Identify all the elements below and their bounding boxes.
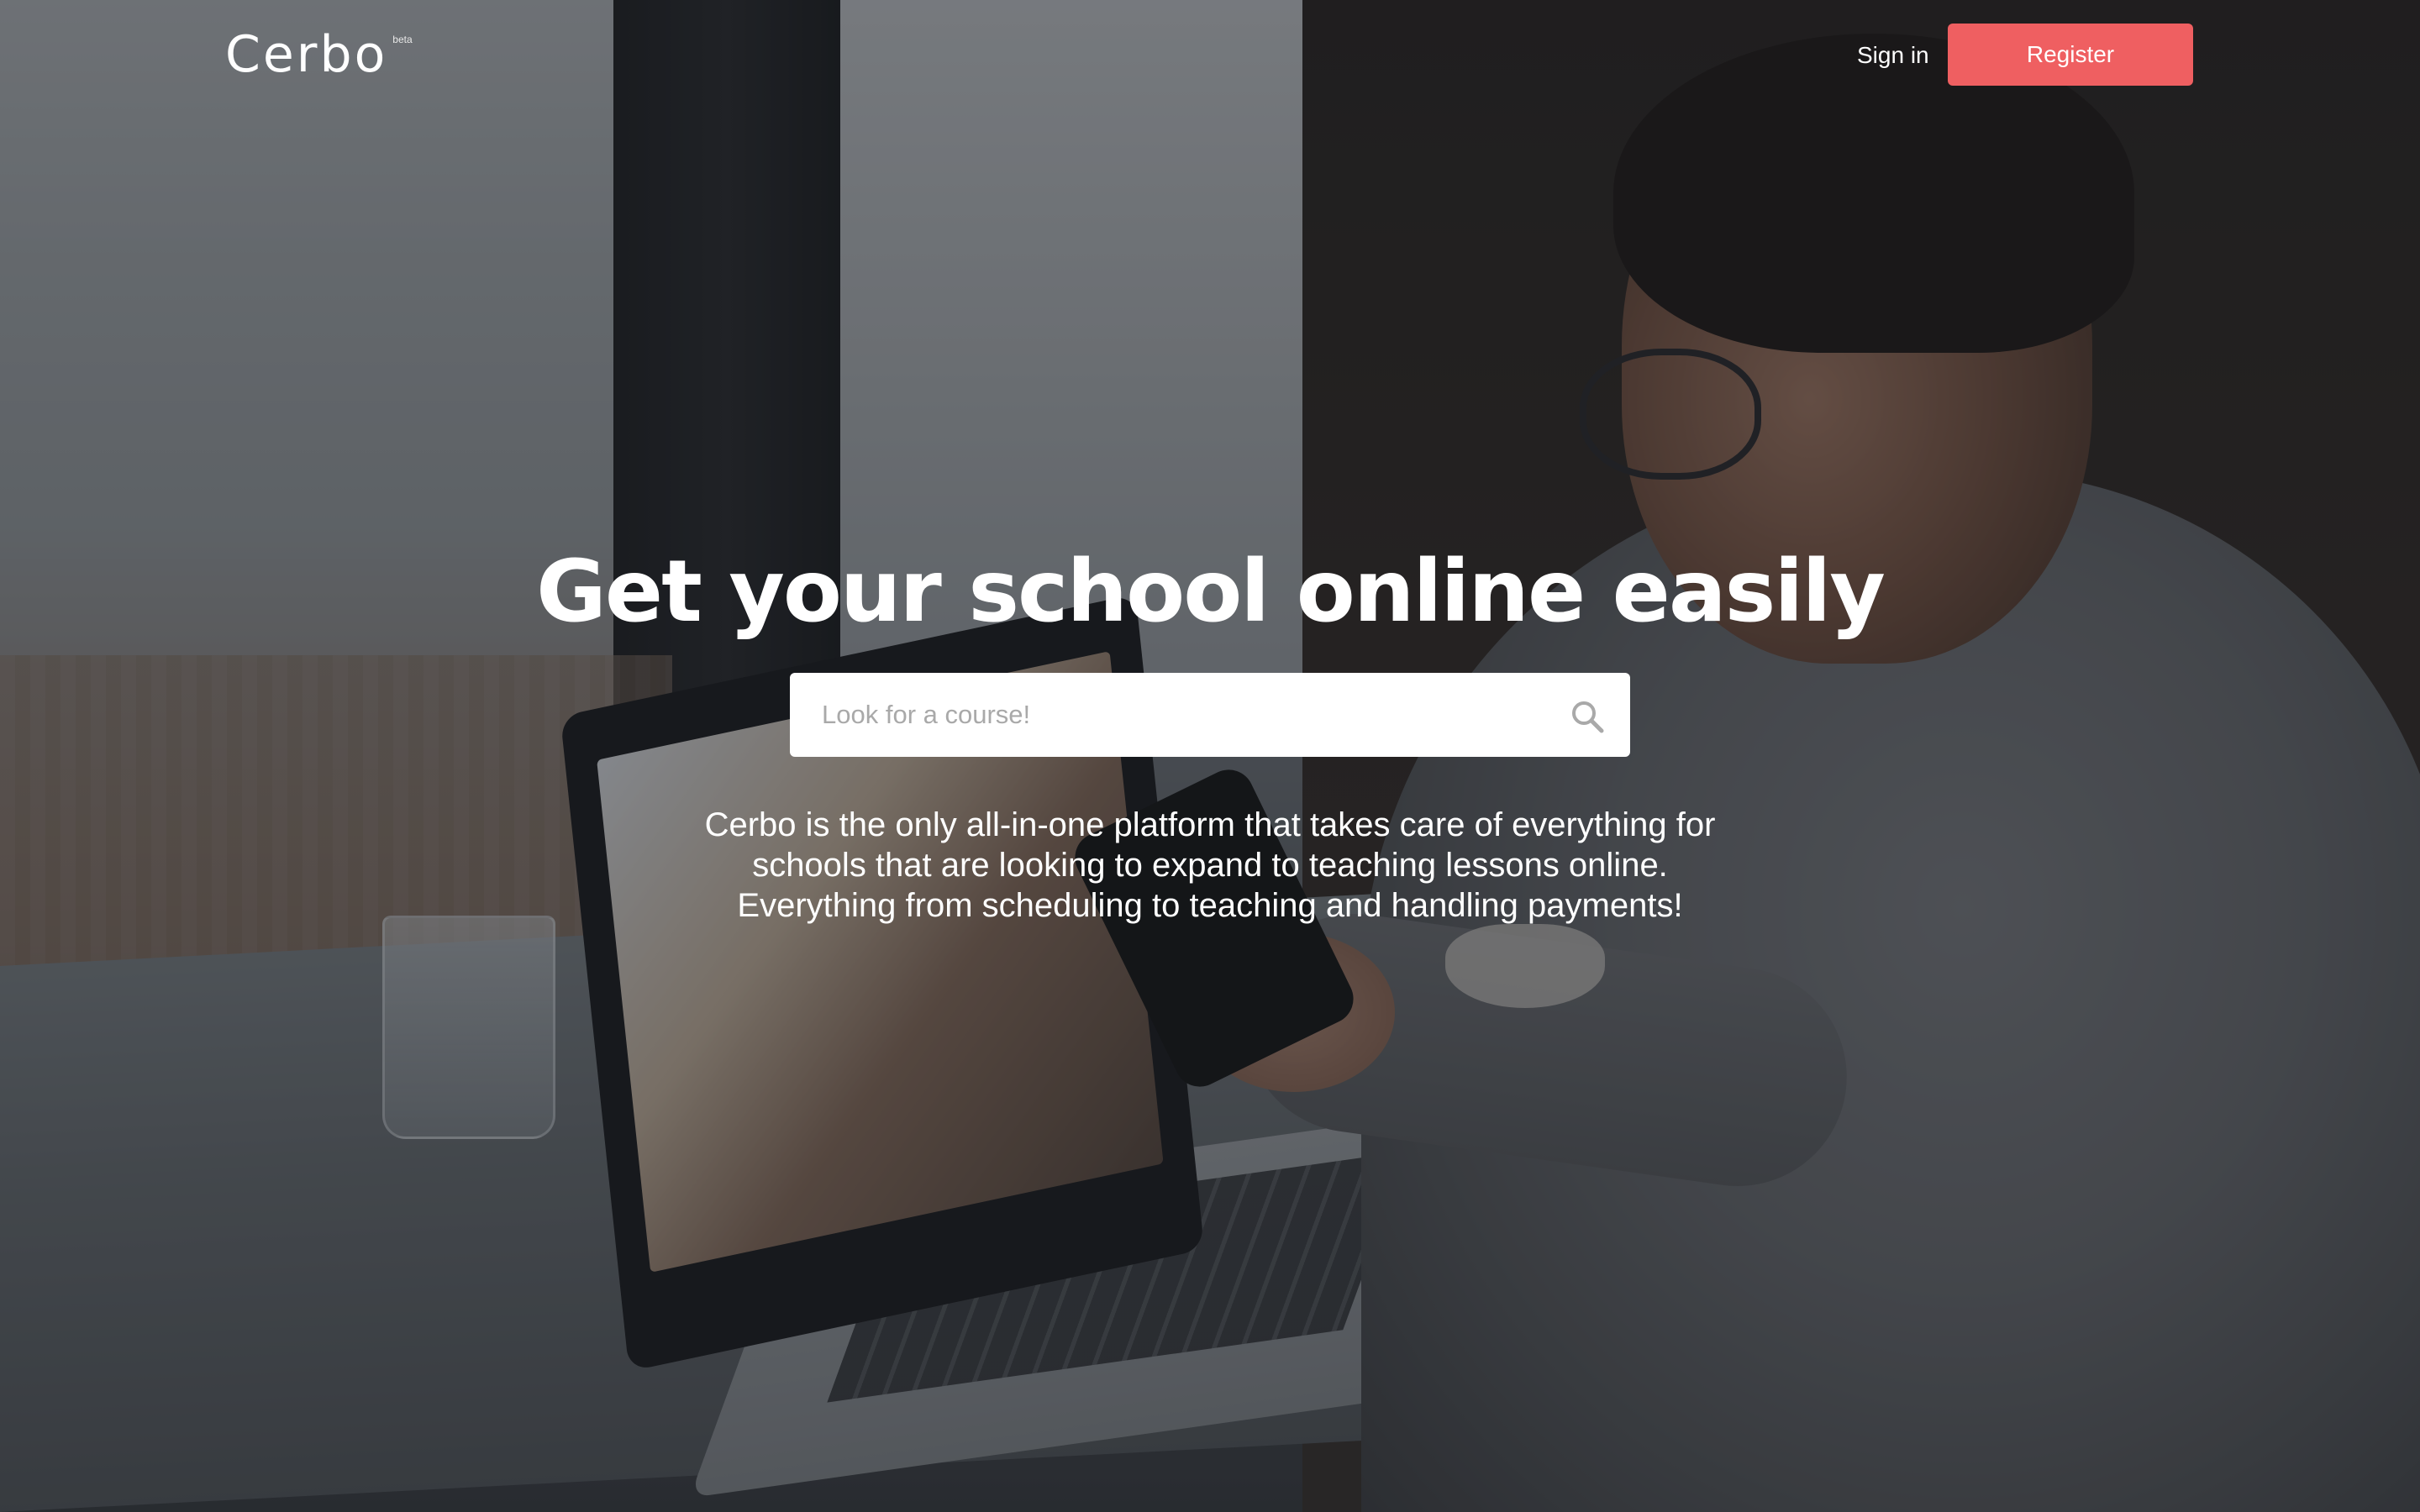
top-navbar: Cerbo beta Sign in Register: [0, 0, 2420, 109]
description-line: Cerbo is the only all-in-one platform th…: [704, 806, 1716, 843]
register-button[interactable]: Register: [1948, 24, 2193, 86]
description-line: Everything from scheduling to teaching a…: [737, 887, 1683, 924]
search-input[interactable]: [790, 673, 1546, 757]
hero-description: Cerbo is the only all-in-one platform th…: [0, 805, 2420, 926]
search-bar: [790, 673, 1630, 757]
hero-section: Cerbo beta Sign in Register Get your sch…: [0, 0, 2420, 1512]
description-line: schools that are looking to expand to te…: [752, 847, 1668, 884]
logo-text: Cerbo: [225, 25, 388, 84]
beta-badge: beta: [392, 34, 413, 45]
page-title: Get your school online easily: [536, 542, 1886, 642]
search-icon[interactable]: [1570, 699, 1605, 734]
sign-in-link[interactable]: Sign in: [1857, 37, 1929, 74]
logo[interactable]: Cerbo beta: [225, 25, 413, 84]
